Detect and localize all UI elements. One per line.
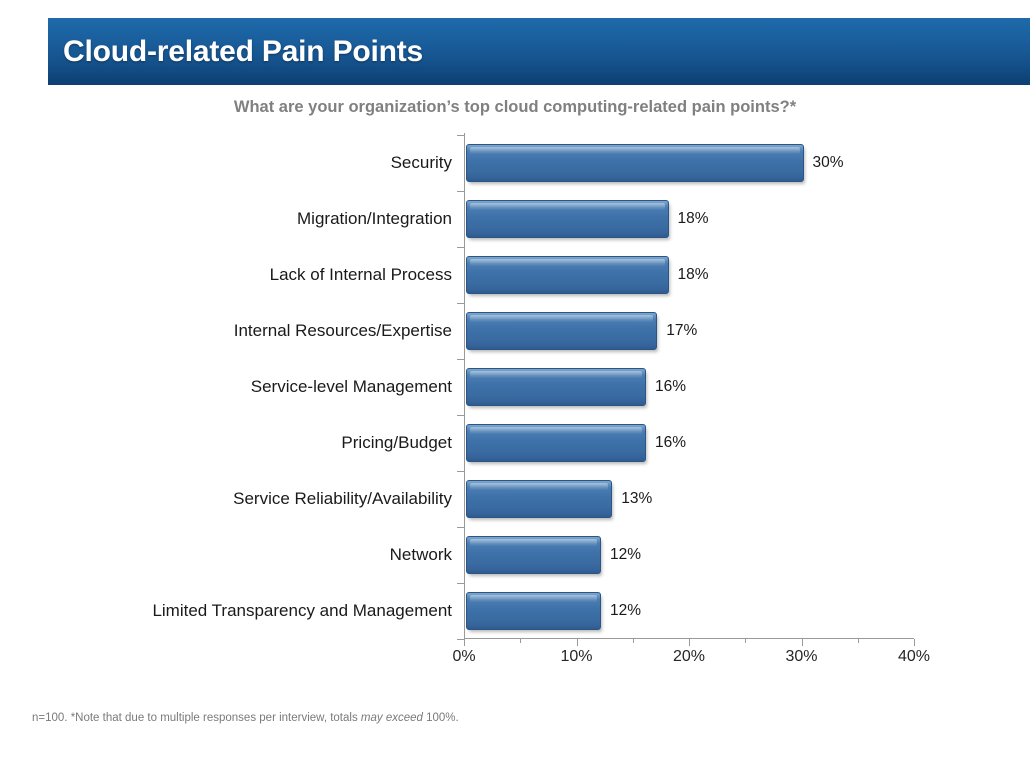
bar-container <box>466 480 613 518</box>
footnote-emphasis: may exceed <box>360 712 423 724</box>
bar <box>466 536 601 574</box>
chart-subtitle: What are your organization’s top cloud c… <box>233 98 797 116</box>
bar-row: Pricing/Budget 16% <box>0 415 1030 471</box>
category-label: Internal Resources/Expertise <box>233 321 452 340</box>
bar-row: Lack of Internal Process 18% <box>0 247 1030 303</box>
x-tick-label: 20% <box>672 648 706 665</box>
bar-container <box>466 592 601 630</box>
x-tick-minor <box>520 639 522 643</box>
bar-container <box>466 536 601 574</box>
bar-container <box>466 256 669 294</box>
category-label: Service Reliability/Availability <box>233 489 452 508</box>
bar <box>466 312 658 350</box>
y-tick <box>457 639 464 640</box>
title-banner: Cloud-related Pain Points <box>48 18 1030 85</box>
x-tick-label: 40% <box>897 648 931 665</box>
x-tick-30% <box>801 639 803 646</box>
bar-row: Network 12% <box>0 527 1030 583</box>
bar <box>466 144 804 182</box>
footnote-pre: n=100. *Note that due to multiple respon… <box>32 712 361 724</box>
bar-row: Limited Transparency and Management 12% <box>0 583 1030 639</box>
x-tick-minor <box>632 639 634 643</box>
bar-value-label: 13% <box>621 490 653 507</box>
bar-value-label: 18% <box>677 266 709 283</box>
bar-chart: 0% 10% 20% 30% 40% Security 30% Migration/Inte… <box>0 133 1030 665</box>
bar-container <box>466 368 646 406</box>
bar-value-label: 30% <box>812 154 844 171</box>
bar-value-label: 18% <box>677 210 709 227</box>
bar-container <box>466 312 658 350</box>
bar <box>466 368 646 406</box>
x-tick-40% <box>914 639 915 646</box>
x-tick-0% <box>464 639 465 646</box>
x-tick-minor <box>745 639 747 643</box>
bar <box>466 480 613 518</box>
bar <box>466 256 669 294</box>
bar-value-label: 16% <box>655 434 687 451</box>
category-label: Limited Transparency and Management <box>152 601 452 620</box>
x-tick-label: 30% <box>785 648 818 665</box>
x-tick-10% <box>576 639 578 646</box>
x-tick-label: 0% <box>452 648 476 665</box>
page-title: Cloud-related Pain Points <box>63 34 424 68</box>
bar-container <box>466 200 669 238</box>
bar-container <box>466 144 804 182</box>
bar-row: Service Reliability/Availability 13% <box>0 471 1030 527</box>
category-label: Lack of Internal Process <box>269 265 452 284</box>
bar <box>466 592 601 630</box>
bar-value-label: 12% <box>610 602 642 619</box>
footnote: n=100. *Note that due to multiple respon… <box>32 712 459 724</box>
category-label: Pricing/Budget <box>341 433 452 452</box>
x-tick-minor <box>857 639 859 643</box>
bar-container <box>466 424 646 462</box>
bar-value-label: 16% <box>655 378 687 395</box>
bar-row: Service-level Management 16% <box>0 359 1030 415</box>
bar-row: Internal Resources/Expertise 17% <box>0 303 1030 359</box>
bar-value-label: 17% <box>666 322 698 339</box>
category-label: Migration/Integration <box>297 209 452 228</box>
bar-row: Migration/Integration 18% <box>0 191 1030 247</box>
bar-value-label: 12% <box>610 546 642 563</box>
bar <box>466 200 669 238</box>
bar <box>466 424 646 462</box>
x-tick-label: 10% <box>560 648 593 665</box>
bar-row: Security 30% <box>0 135 1030 191</box>
x-tick-20% <box>689 639 690 646</box>
footnote-post: 100%. <box>422 712 459 724</box>
category-label: Security <box>390 153 452 172</box>
category-label: Network <box>389 545 452 564</box>
category-label: Service-level Management <box>250 377 452 396</box>
